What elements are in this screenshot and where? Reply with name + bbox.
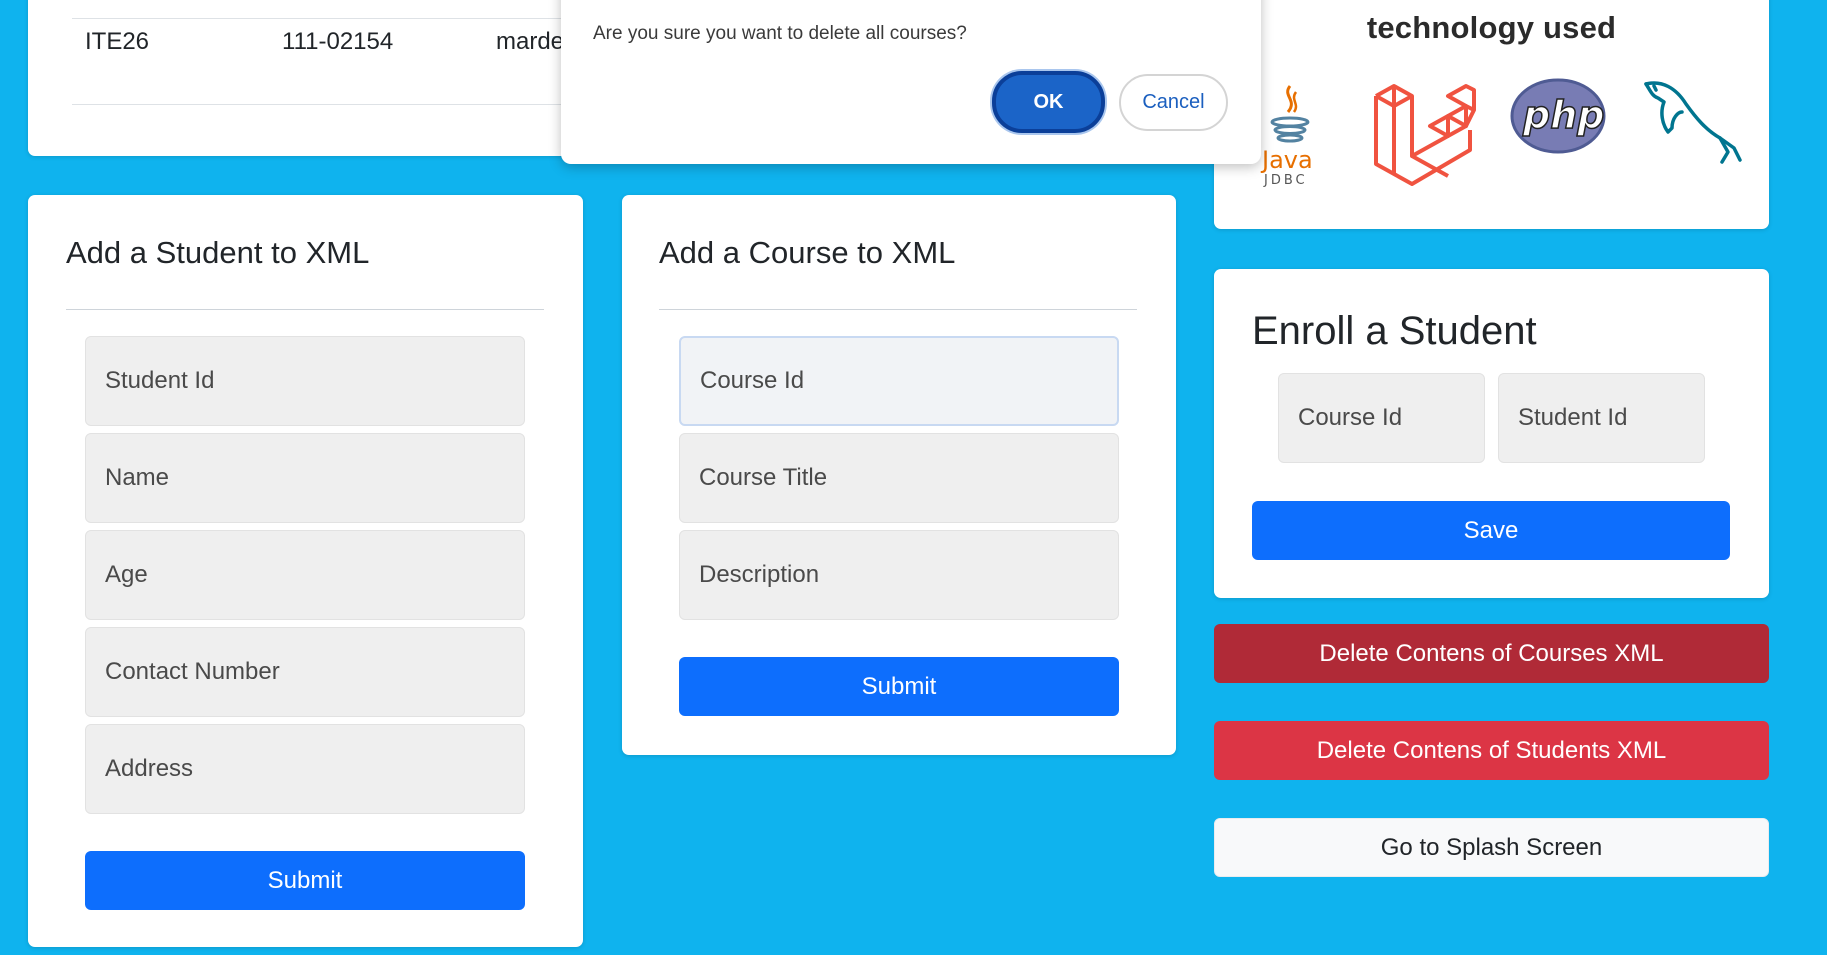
technology-title: technology used — [1366, 10, 1617, 45]
cancel-button[interactable]: Cancel — [1119, 74, 1228, 131]
enroll-title: Enroll a Student — [1252, 309, 1537, 353]
add-student-card: Add a Student to XML Student Id Name Age… — [28, 195, 583, 947]
dialog-message: Are you sure you want to delete all cour… — [593, 23, 967, 44]
add-course-title: Add a Course to XML — [659, 235, 956, 270]
enroll-save-button[interactable]: Save — [1252, 501, 1730, 560]
enroll-student-id-input[interactable]: Student Id — [1498, 373, 1705, 463]
student-contact-input[interactable]: Contact Number — [85, 627, 525, 717]
table-row-divider — [72, 18, 592, 19]
enroll-student-card: Enroll a Student Course Id Student Id Sa… — [1214, 269, 1769, 598]
student-id-input[interactable]: Student Id — [85, 336, 525, 426]
delete-courses-button[interactable]: Delete Contens of Courses XML — [1214, 624, 1769, 683]
jdbc-text: JDBC — [1263, 173, 1308, 188]
course-submit-button[interactable]: Submit — [679, 657, 1119, 716]
php-logo: php — [1510, 78, 1606, 154]
table-cell-course-id: ITE26 — [85, 28, 150, 55]
laravel-logo — [1372, 80, 1476, 188]
ok-button[interactable]: OK — [992, 71, 1105, 133]
student-submit-button[interactable]: Submit — [85, 851, 525, 910]
table-cell-student-id: 111-02154 — [282, 28, 394, 55]
table-row-divider — [72, 104, 592, 105]
add-student-title: Add a Student to XML — [66, 235, 370, 270]
technology-card: technology used Java JDBC php — [1214, 0, 1769, 229]
course-description-input[interactable]: Description — [679, 530, 1119, 620]
add-student-divider — [66, 309, 544, 310]
student-address-input[interactable]: Address — [85, 724, 525, 814]
mysql-dolphin-logo — [1642, 78, 1742, 178]
student-name-input[interactable]: Name — [85, 433, 525, 523]
php-text: php — [1522, 93, 1604, 137]
table-cell-name: marde — [496, 28, 565, 55]
splash-screen-button[interactable]: Go to Splash Screen — [1214, 818, 1769, 877]
java-text: Java — [1260, 146, 1313, 174]
add-course-card: Add a Course to XML Course Id Course Tit… — [622, 195, 1176, 755]
confirm-dialog: Are you sure you want to delete all cour… — [561, 0, 1261, 164]
java-jdbc-logo: Java JDBC — [1260, 78, 1320, 188]
course-id-input[interactable]: Course Id — [679, 336, 1119, 426]
enroll-course-id-input[interactable]: Course Id — [1278, 373, 1485, 463]
add-course-divider — [659, 309, 1137, 310]
delete-students-button[interactable]: Delete Contens of Students XML — [1214, 721, 1769, 780]
course-title-input[interactable]: Course Title — [679, 433, 1119, 523]
student-age-input[interactable]: Age — [85, 530, 525, 620]
